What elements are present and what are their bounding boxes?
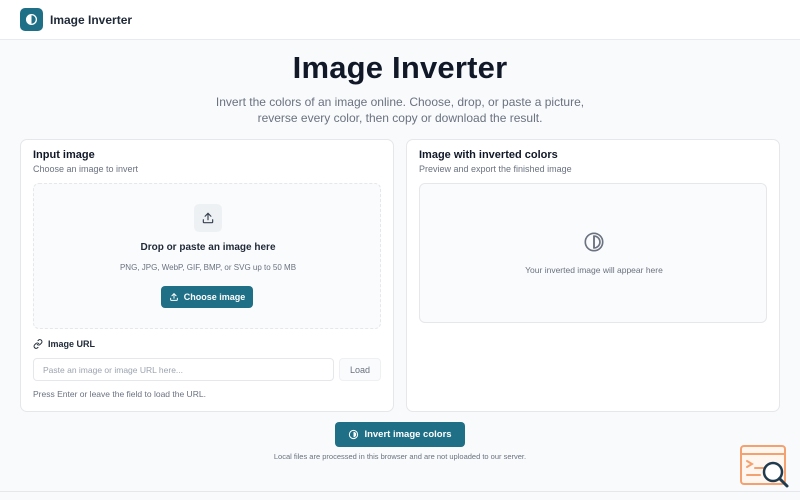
choose-image-button[interactable]: Choose image bbox=[161, 286, 253, 308]
image-url-hint: Press Enter or leave the field to load t… bbox=[33, 389, 206, 399]
search-code-icon[interactable] bbox=[740, 444, 792, 490]
page-title: Image Inverter bbox=[292, 50, 508, 85]
app-title[interactable]: Image Inverter bbox=[50, 13, 132, 27]
input-card-subtitle: Choose an image to invert bbox=[33, 164, 139, 174]
contrast-icon bbox=[584, 232, 604, 252]
inverted-image-card: Image with inverted colors Preview and e… bbox=[406, 139, 780, 412]
input-card-title: Input image bbox=[33, 149, 95, 161]
load-url-button[interactable]: Load bbox=[339, 358, 381, 381]
upload-icon bbox=[194, 204, 222, 232]
invert-colors-button[interactable]: Invert image colors bbox=[335, 422, 465, 447]
image-url-label: Image URL bbox=[33, 339, 95, 349]
inverted-image-preview: Your inverted image will appear here bbox=[419, 183, 767, 323]
image-url-input[interactable] bbox=[33, 358, 334, 381]
image-url-label-text: Image URL bbox=[48, 339, 96, 349]
dropzone-formats: PNG, JPG, WebP, GIF, BMP, or SVG up to 5… bbox=[119, 263, 297, 272]
privacy-footnote: Local files are processed in this browse… bbox=[273, 452, 527, 461]
dropzone-title: Drop or paste an image here bbox=[140, 242, 276, 253]
input-image-card: Input image Choose an image to invert Dr… bbox=[20, 139, 394, 412]
image-dropzone[interactable]: Drop or paste an image here PNG, JPG, We… bbox=[33, 183, 381, 329]
choose-image-label: Choose image bbox=[183, 292, 246, 302]
output-card-title: Image with inverted colors bbox=[419, 149, 558, 161]
top-bar: Image Inverter bbox=[0, 0, 800, 40]
link-icon bbox=[33, 339, 43, 349]
footer-divider bbox=[0, 491, 800, 492]
output-card-subtitle: Preview and export the finished image bbox=[419, 164, 572, 174]
contrast-icon bbox=[349, 429, 359, 440]
upload-icon bbox=[169, 293, 178, 301]
invert-colors-label: Invert image colors bbox=[364, 429, 452, 440]
preview-empty-text: Your inverted image will appear here bbox=[525, 265, 663, 275]
page-subtitle: Invert the colors of an image online. Ch… bbox=[215, 95, 585, 125]
half-circle-icon[interactable] bbox=[20, 8, 43, 31]
